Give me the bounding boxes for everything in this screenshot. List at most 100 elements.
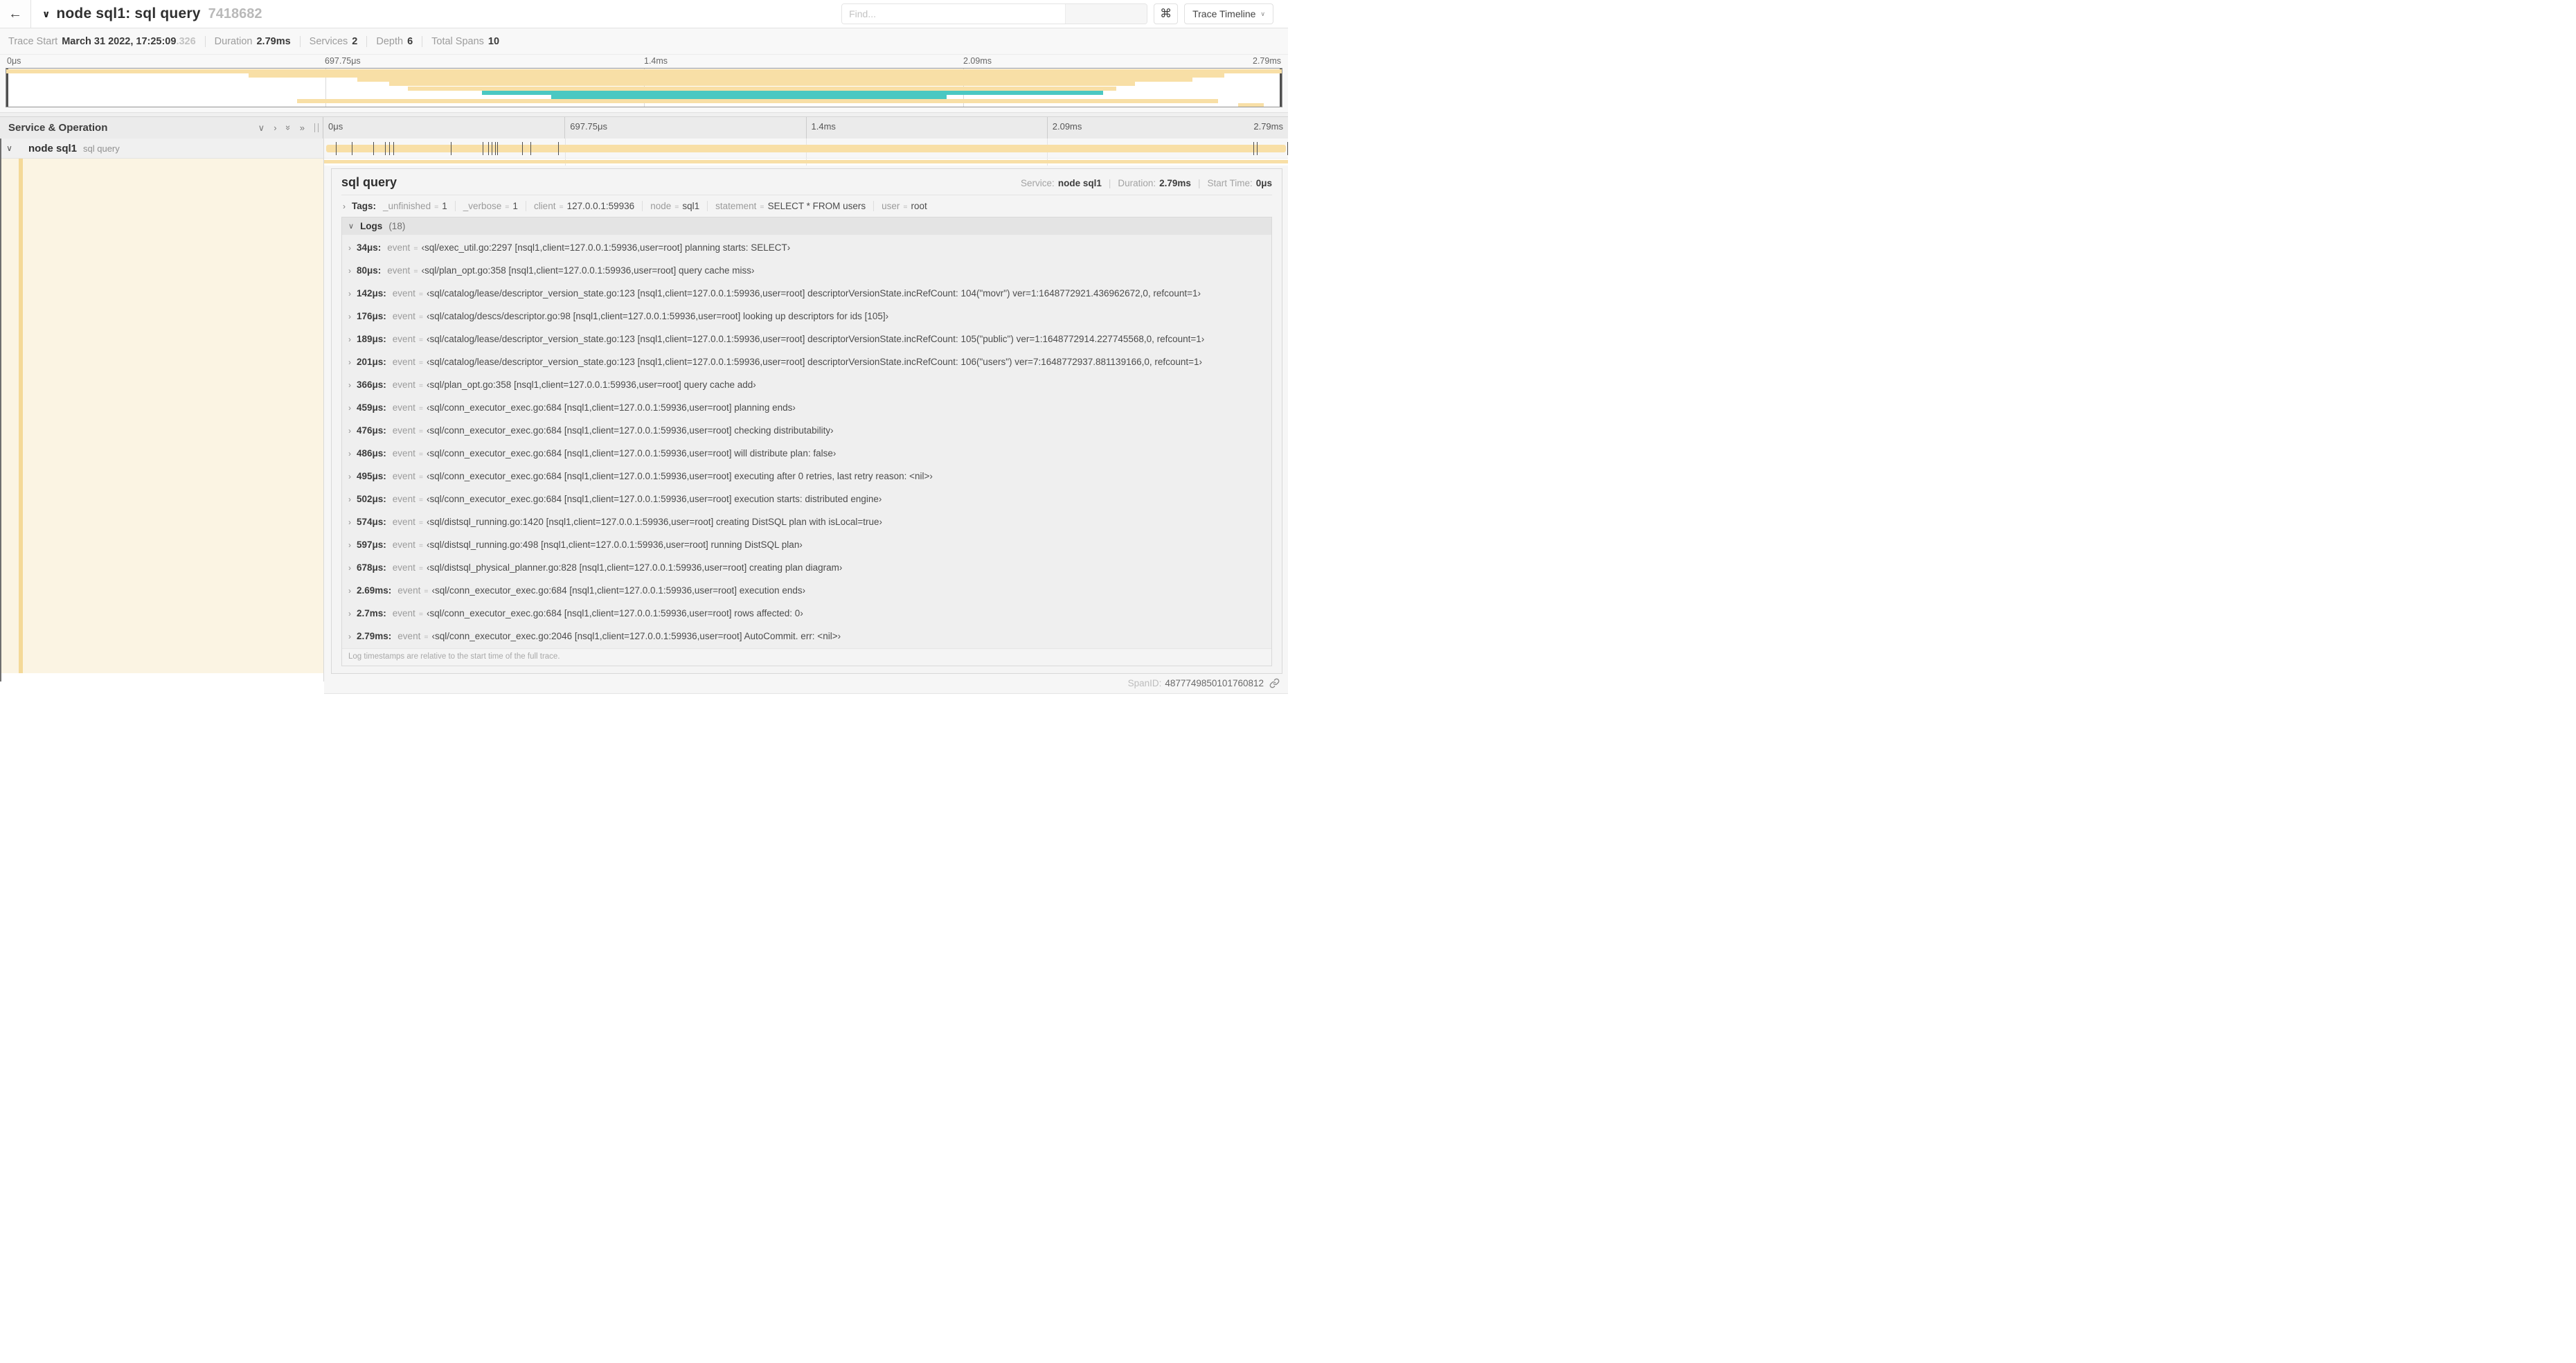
span-list-area: ∨ node sql1 sql query sql query Service:…: [0, 139, 1289, 694]
summary-item: Total Spans 10: [422, 35, 508, 47]
log-entry[interactable]: › 597μs: event = ‹sql/distsql_running.go…: [342, 534, 1271, 557]
trace-title-group[interactable]: ∨ node sql1: sql query 7418682: [31, 0, 262, 28]
start-time-value: 0μs: [1255, 178, 1272, 188]
summary-value: 2.79ms: [256, 35, 291, 47]
logs-list: › 34μs: event = ‹sql/exec_util.go:2297 […: [342, 235, 1271, 648]
tag-item: statement = SELECT * FROM users: [707, 201, 873, 211]
equals-sign: =: [418, 404, 423, 413]
log-entry[interactable]: › 2.79ms: event = ‹sql/conn_executor_exe…: [342, 625, 1271, 648]
minimap-span-bar: [296, 99, 1218, 104]
log-entry[interactable]: › 459μs: event = ‹sql/conn_executor_exec…: [342, 397, 1271, 420]
chevron-right-icon: ›: [348, 586, 351, 596]
viewport-left-handle[interactable]: [6, 69, 8, 107]
section-divider: [0, 112, 1288, 117]
find-input[interactable]: [842, 4, 1066, 24]
log-entry[interactable]: › 366μs: event = ‹sql/plan_opt.go:358 [n…: [342, 374, 1271, 397]
selected-span-column-highlight: [0, 159, 323, 673]
span-duration-bar[interactable]: [326, 145, 1286, 152]
log-entry[interactable]: › 2.7ms: event = ‹sql/conn_executor_exec…: [342, 603, 1271, 625]
log-timestamp: 2.79ms:: [357, 631, 392, 641]
log-entry[interactable]: › 476μs: event = ‹sql/conn_executor_exec…: [342, 420, 1271, 443]
ruler-tick: 697.75μs: [564, 117, 805, 139]
log-entry[interactable]: › 502μs: event = ‹sql/conn_executor_exec…: [342, 488, 1271, 511]
span-row-name-cell[interactable]: ∨ node sql1 sql query: [0, 139, 323, 159]
log-entry[interactable]: › 189μs: event = ‹sql/catalog/lease/desc…: [342, 328, 1271, 351]
log-entry[interactable]: › 80μs: event = ‹sql/plan_opt.go:358 [ns…: [342, 260, 1271, 283]
log-entry[interactable]: › 34μs: event = ‹sql/exec_util.go:2297 […: [342, 237, 1271, 260]
log-field-name: event: [392, 471, 415, 481]
chevron-right-icon: ›: [348, 540, 351, 550]
view-selector-button[interactable]: Trace Timeline ∨: [1184, 3, 1273, 24]
trace-title: node sql1: sql query: [56, 6, 201, 21]
expand-all-icon[interactable]: »: [300, 123, 305, 133]
log-entry[interactable]: › 142μs: event = ‹sql/catalog/lease/desc…: [342, 283, 1271, 305]
back-arrow-icon: ←: [8, 6, 22, 21]
summary-value: March 31 2022, 17:25:09: [62, 35, 177, 47]
collapse-all-icon[interactable]: »: [283, 125, 294, 130]
log-entry[interactable]: › 495μs: event = ‹sql/conn_executor_exec…: [342, 465, 1271, 488]
log-entry[interactable]: › 176μs: event = ‹sql/catalog/descs/desc…: [342, 305, 1271, 328]
log-timestamp: 189μs:: [357, 334, 386, 344]
log-field-value: ‹sql/distsql_running.go:1420 [nsql1,clie…: [426, 517, 882, 527]
span-id-row: SpanID: 4877749850101760812: [324, 674, 1288, 693]
collapse-one-icon[interactable]: ∨: [258, 123, 265, 134]
log-entry[interactable]: › 486μs: event = ‹sql/conn_executor_exec…: [342, 443, 1271, 465]
equals-sign: =: [418, 427, 423, 436]
minimap-tick-label: 697.75μs: [325, 56, 361, 66]
summary-item: Services 2: [299, 35, 367, 47]
chevron-right-icon: ›: [348, 335, 351, 344]
chevron-right-icon: ›: [348, 495, 351, 504]
logs-header[interactable]: ∨ Logs (18): [342, 217, 1271, 235]
log-field-name: event: [397, 585, 421, 596]
equals-sign: =: [418, 290, 423, 299]
vertical-scrollbar[interactable]: [0, 139, 1, 682]
log-tick-mark: [497, 142, 499, 155]
log-tick-mark: [1253, 142, 1255, 155]
summary-value: 6: [407, 35, 413, 47]
trace-id: 7418682: [208, 6, 262, 21]
log-field-name: event: [392, 608, 415, 618]
span-row-bar-cell[interactable]: [324, 139, 1289, 159]
tag-key: node: [650, 201, 672, 211]
log-tick-mark: [488, 142, 490, 155]
chevron-right-icon: ›: [348, 563, 351, 573]
log-entry[interactable]: › 678μs: event = ‹sql/distsql_physical_p…: [342, 557, 1271, 580]
span-id-value: 4877749850101760812: [1165, 678, 1264, 688]
log-field-name: event: [392, 562, 415, 573]
span-detail-header: sql query Service: node sql1 | Duration:…: [341, 169, 1272, 195]
log-tick-mark: [522, 142, 524, 155]
viewport-right-handle[interactable]: [1280, 69, 1282, 107]
tag-key: _unfinished: [383, 201, 431, 211]
column-resizer-handle[interactable]: [314, 123, 319, 132]
minimap-canvas[interactable]: [6, 68, 1282, 107]
chevron-right-icon: ›: [348, 403, 351, 413]
link-icon[interactable]: [1269, 678, 1280, 688]
minimap-tick-label: 2.79ms: [1253, 56, 1281, 66]
tags-section[interactable]: › Tags: _unfinished = 1 _verbose = 1 cli…: [341, 195, 1272, 217]
equals-sign: =: [418, 336, 423, 344]
duration-label: Duration:: [1118, 178, 1156, 188]
minimap-tick-label: 2.09ms: [963, 56, 992, 66]
equals-sign: =: [559, 203, 564, 211]
log-field-value: ‹sql/plan_opt.go:358 [nsql1,client=127.0…: [426, 380, 756, 390]
logs-label: Logs: [360, 221, 383, 231]
summary-label: Trace Start: [8, 35, 58, 47]
log-entry[interactable]: › 2.69ms: event = ‹sql/conn_executor_exe…: [342, 580, 1271, 603]
log-tick-mark: [494, 142, 496, 155]
equals-sign: =: [424, 633, 429, 641]
keyboard-shortcuts-button[interactable]: ⌘: [1154, 3, 1179, 24]
log-field-name: event: [392, 448, 415, 458]
log-field-value: ‹sql/exec_util.go:2297 [nsql1,client=127…: [421, 242, 791, 253]
back-button[interactable]: ←: [0, 0, 31, 28]
log-entry[interactable]: › 201μs: event = ‹sql/catalog/lease/desc…: [342, 351, 1271, 374]
log-timestamp: 459μs:: [357, 402, 386, 413]
log-timestamp: 34μs:: [357, 242, 382, 253]
span-detail-meta: Service: node sql1 | Duration: 2.79ms | …: [1021, 178, 1272, 188]
span-id-label: SpanID:: [1127, 678, 1162, 688]
tags-label: Tags:: [352, 201, 377, 211]
chevron-down-icon: ∨: [348, 222, 355, 231]
equals-sign: =: [505, 203, 510, 211]
log-entry[interactable]: › 574μs: event = ‹sql/distsql_running.go…: [342, 511, 1271, 534]
expand-one-icon[interactable]: ›: [274, 123, 276, 133]
summary-value: 10: [488, 35, 500, 47]
